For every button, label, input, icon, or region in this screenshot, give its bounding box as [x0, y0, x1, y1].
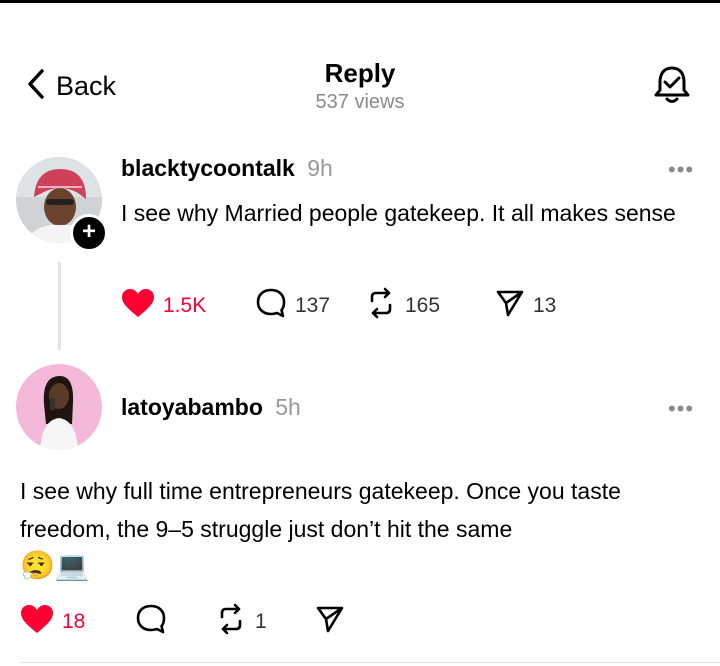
more-icon: ••• — [668, 396, 695, 421]
bell-check-icon — [652, 66, 692, 110]
divider — [20, 662, 720, 663]
repost-button[interactable]: 1 — [215, 603, 315, 640]
more-button[interactable]: ••• — [668, 157, 694, 183]
repost-count: 1 — [255, 609, 267, 633]
repost-icon — [215, 603, 247, 640]
username[interactable]: latoyabambo — [121, 394, 263, 420]
plus-icon: + — [81, 218, 96, 245]
like-button[interactable]: 1.5K — [121, 288, 231, 323]
more-icon: ••• — [668, 157, 695, 182]
follow-button[interactable]: + — [70, 214, 108, 252]
post-text-body: I see why full time entrepreneurs gateke… — [20, 478, 621, 542]
share-button[interactable] — [315, 604, 345, 639]
post-emoji: 😮‍💨💻 — [20, 550, 90, 581]
send-icon — [315, 604, 345, 639]
post-header: latoyabambo 5h — [121, 394, 301, 421]
comment-button[interactable] — [135, 603, 215, 640]
post-actions: 18 1 — [20, 603, 345, 640]
comment-count: 137 — [295, 293, 331, 317]
like-button[interactable]: 18 — [20, 604, 120, 639]
page-title: Reply — [324, 58, 396, 88]
timestamp: 5h — [275, 394, 301, 420]
heart-icon — [20, 604, 54, 639]
post-header: blacktycoontalk 9h — [121, 155, 333, 182]
comment-icon — [135, 603, 167, 640]
thread-line — [58, 262, 61, 350]
comment-button[interactable]: 137 — [255, 287, 355, 324]
avatar[interactable] — [16, 364, 102, 450]
post-text: I see why Married people gatekeep. It al… — [121, 200, 676, 226]
username[interactable]: blacktycoontalk — [121, 155, 295, 181]
share-count: 13 — [533, 293, 557, 317]
notification-button[interactable] — [652, 64, 692, 111]
view-count: 537 views — [315, 91, 405, 113]
like-count: 1.5K — [163, 293, 207, 317]
more-button[interactable]: ••• — [668, 396, 694, 422]
comment-icon — [255, 287, 287, 324]
send-icon — [495, 288, 525, 323]
repost-button[interactable]: 165 — [365, 287, 485, 324]
heart-icon — [121, 288, 155, 323]
header: Reply 537 views — [0, 58, 720, 114]
timestamp: 9h — [307, 155, 333, 181]
post-actions: 1.5K 137 165 13 — [121, 287, 556, 324]
repost-count: 165 — [405, 293, 441, 317]
top-border — [0, 0, 720, 3]
share-button[interactable]: 13 — [495, 288, 556, 323]
post-text: I see why full time entrepreneurs gateke… — [20, 472, 710, 584]
repost-icon — [365, 287, 397, 324]
like-count: 18 — [62, 609, 86, 633]
